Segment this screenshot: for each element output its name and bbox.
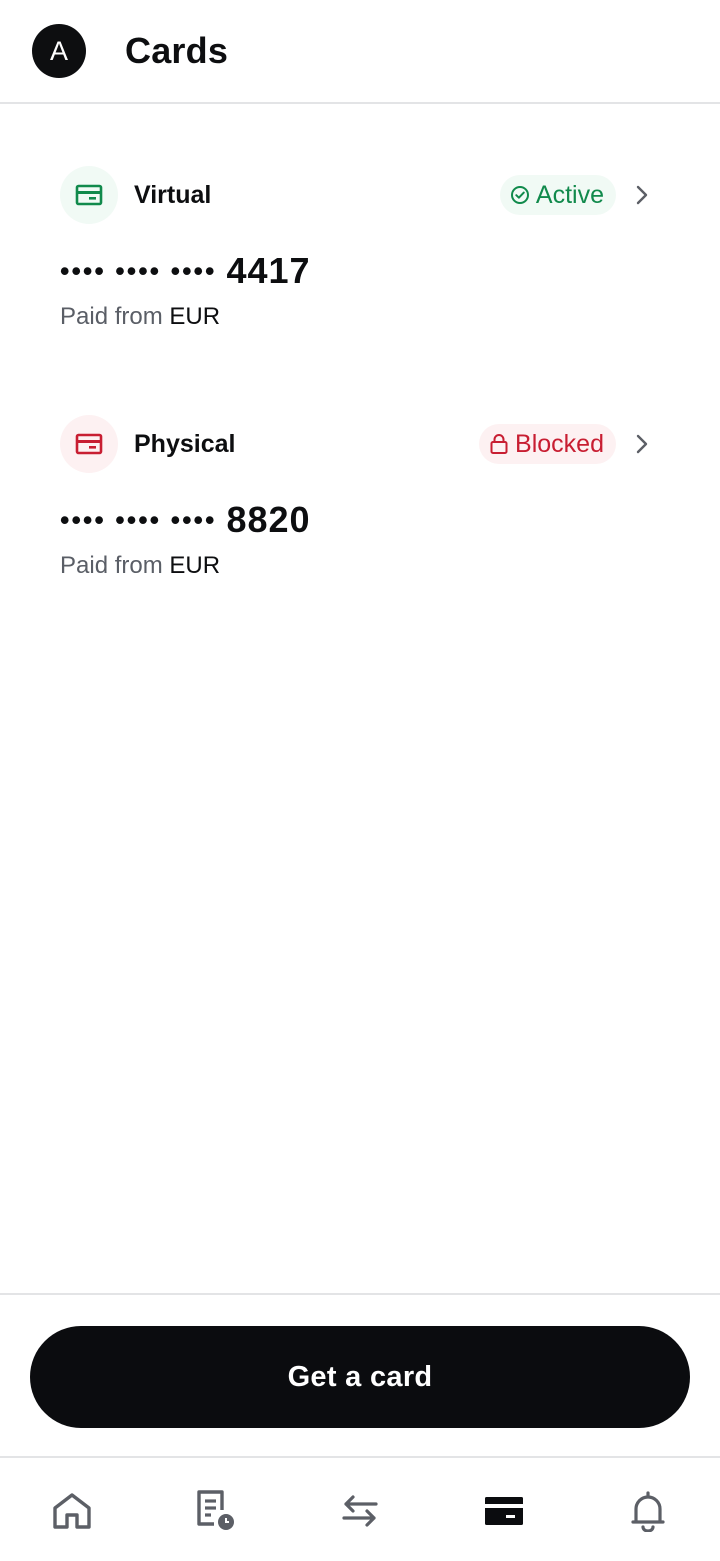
card-number: •••• •••• •••• 8820 bbox=[60, 499, 660, 540]
card-item-physical[interactable]: Physical Blocked •••• •••• •••• 8820 Pai… bbox=[60, 414, 660, 580]
chevron-right-icon[interactable] bbox=[624, 177, 660, 213]
card-item-virtual[interactable]: Virtual Active •••• •••• •••• 4417 Paid … bbox=[60, 165, 660, 331]
status-badge-active: Active bbox=[499, 175, 616, 215]
transactions-history-icon bbox=[197, 1489, 234, 1530]
home-icon bbox=[53, 1492, 91, 1529]
virtual-card-icon bbox=[60, 166, 118, 224]
funding-source: Paid from EUR bbox=[60, 303, 660, 331]
funding-prefix: Paid from bbox=[60, 552, 163, 579]
cards-screen: A Cards Virtual Active •••• •••• •••• 44… bbox=[0, 0, 720, 1561]
card-header-row: Virtual Active bbox=[60, 165, 660, 225]
nav-item-transactions[interactable] bbox=[176, 1460, 256, 1561]
card-number: •••• •••• •••• 4417 bbox=[60, 250, 660, 291]
transfer-arrows-icon bbox=[342, 1494, 378, 1527]
funding-source: Paid from EUR bbox=[60, 552, 660, 580]
status-text: Active bbox=[535, 180, 604, 209]
nav-item-cards[interactable] bbox=[464, 1460, 544, 1561]
footer-action-bar: Get a card bbox=[0, 1293, 720, 1458]
funding-prefix: Paid from bbox=[60, 303, 163, 330]
page-title: Cards bbox=[125, 30, 229, 71]
masked-digits: •••• •••• •••• bbox=[60, 504, 217, 535]
status-text: Blocked bbox=[515, 429, 604, 458]
physical-card-icon bbox=[60, 415, 118, 473]
avatar[interactable]: A bbox=[32, 24, 86, 78]
card-type-label: Physical bbox=[134, 429, 236, 458]
card-last-four: 8820 bbox=[226, 499, 311, 540]
top-app-bar: A Cards bbox=[0, 0, 720, 104]
avatar-initial: A bbox=[49, 35, 68, 66]
card-last-four: 4417 bbox=[226, 250, 311, 291]
check-circle-icon bbox=[510, 186, 529, 204]
funding-currency: EUR bbox=[169, 552, 221, 579]
bell-icon bbox=[631, 1490, 665, 1532]
get-a-card-button[interactable]: Get a card bbox=[30, 1326, 690, 1428]
masked-digits: •••• •••• •••• bbox=[60, 255, 217, 286]
chevron-right-icon[interactable] bbox=[624, 426, 660, 462]
status-badge-blocked: Blocked bbox=[479, 424, 616, 464]
nav-item-home[interactable] bbox=[32, 1460, 112, 1561]
card-type-label: Virtual bbox=[134, 180, 212, 209]
nav-item-transfer[interactable] bbox=[320, 1460, 400, 1561]
nav-item-notifications[interactable] bbox=[608, 1460, 688, 1561]
card-icon bbox=[485, 1496, 523, 1525]
bottom-navigation bbox=[0, 1460, 720, 1561]
card-header-row: Physical Blocked bbox=[60, 414, 660, 474]
lock-icon bbox=[490, 434, 508, 454]
funding-currency: EUR bbox=[169, 303, 221, 330]
